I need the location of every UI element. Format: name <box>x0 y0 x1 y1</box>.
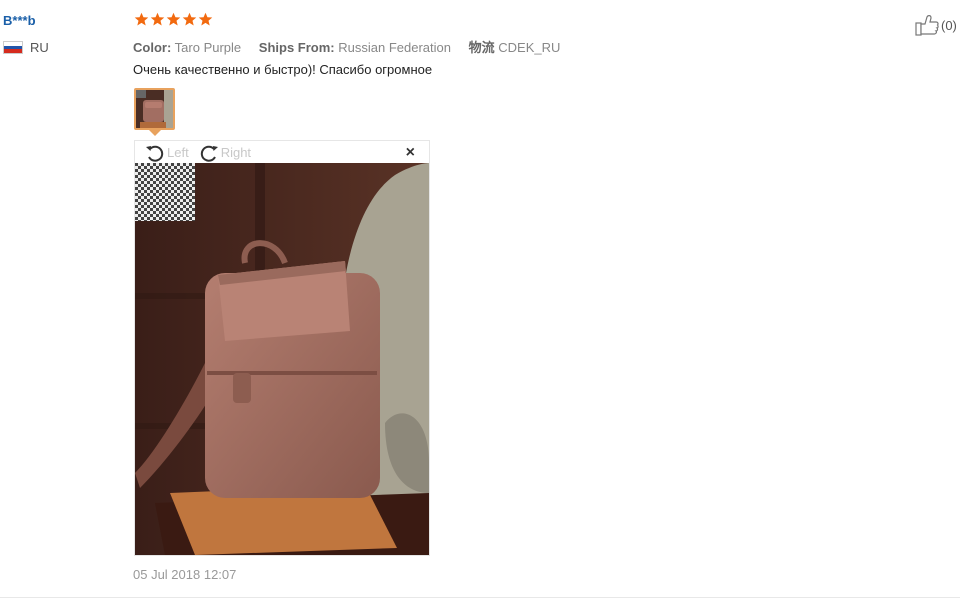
review-properties: Color: Taro Purple Ships From: Russian F… <box>133 37 560 56</box>
flag-icon <box>3 41 23 54</box>
review-divider <box>0 597 960 598</box>
review-text: Очень качественно и быстро)! Спасибо огр… <box>133 62 433 77</box>
thumbs-up-icon <box>915 15 939 36</box>
like-count: (0) <box>941 17 957 33</box>
logistics-label: 物流 <box>468 40 495 55</box>
reviewer-name[interactable]: B***b <box>3 13 36 28</box>
rotate-right-button[interactable]: Right <box>199 144 251 162</box>
review-photo <box>135 163 429 555</box>
color-label: Color: <box>133 40 172 55</box>
star-icon <box>150 12 165 26</box>
logistics-value: CDEK_RU <box>498 40 561 55</box>
star-icon <box>198 12 213 26</box>
ships-from-label: Ships From: <box>258 40 335 55</box>
thumbnail-pointer <box>149 130 161 136</box>
star-icon <box>166 12 181 26</box>
review-photo-thumbnail[interactable] <box>134 88 175 130</box>
star-icon <box>134 12 149 26</box>
star-rating <box>134 12 213 27</box>
country-code: RU <box>30 40 49 55</box>
rotate-right-label: Right <box>220 145 252 160</box>
review-date: 05 Jul 2018 12:07 <box>133 567 237 582</box>
star-icon <box>182 12 197 26</box>
close-icon[interactable]: × <box>406 145 415 161</box>
reviewer-country: RU <box>3 40 49 55</box>
like-button[interactable]: (0) <box>915 14 957 36</box>
rotate-left-icon <box>146 145 164 162</box>
ships-from-value: Russian Federation <box>338 40 451 55</box>
rotate-left-button[interactable]: Left <box>145 144 189 162</box>
photo-viewer: Left Right × <box>134 140 430 556</box>
color-value: Taro Purple <box>174 40 242 55</box>
viewer-toolbar: Left Right × <box>135 141 429 164</box>
rotate-left-label: Left <box>167 145 189 160</box>
rotate-right-icon <box>200 145 218 162</box>
